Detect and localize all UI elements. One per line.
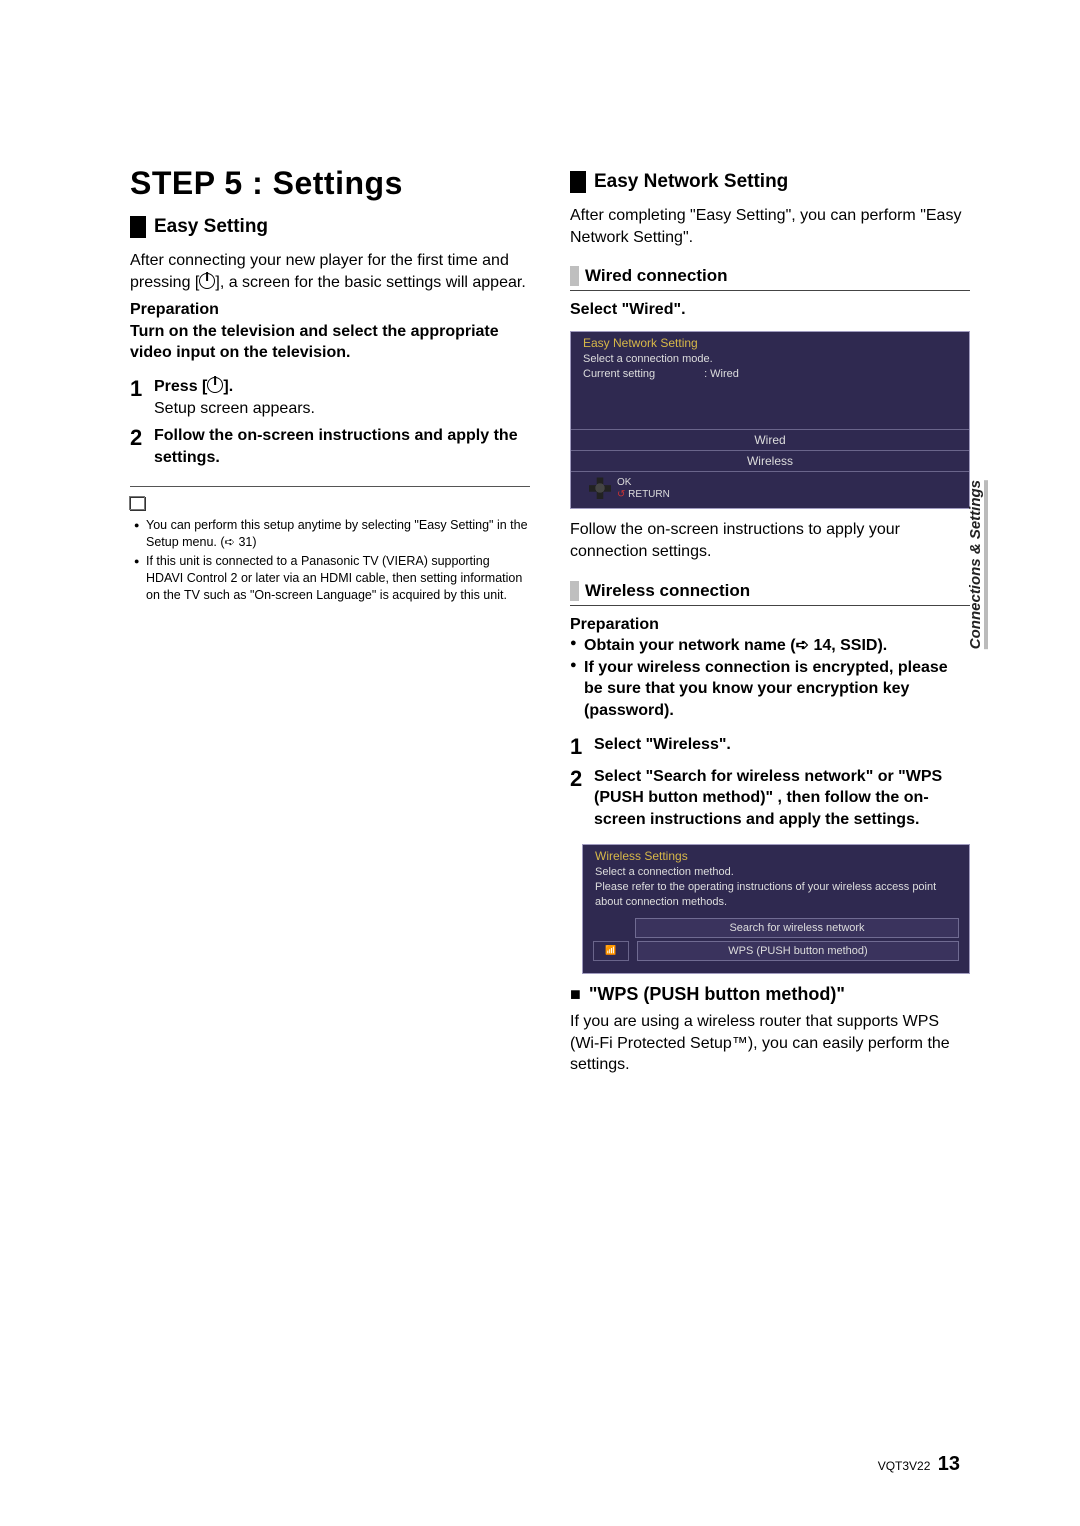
opt-wireless: Wireless	[571, 450, 969, 472]
underline	[570, 605, 970, 606]
book-icon	[130, 497, 146, 511]
return-label: RETURN	[628, 489, 670, 500]
screen-title: Wireless Settings	[583, 845, 969, 865]
power-icon	[207, 377, 223, 393]
divider	[130, 486, 530, 487]
wps-icon: 📶	[593, 941, 629, 961]
prep-label: Preparation	[130, 299, 530, 321]
bar-icon	[570, 171, 586, 193]
notes-block: You can perform this setup anytime by se…	[130, 495, 530, 603]
wireless-step-2: 2 Select "Search for wireless network" o…	[570, 766, 970, 831]
easy-setting-intro: After connecting your new player for the…	[130, 250, 530, 293]
power-icon	[199, 273, 215, 289]
wps-heading: "WPS (PUSH button method)"	[570, 984, 970, 1005]
screen-line2b: : Wired	[704, 368, 739, 380]
page-title: STEP 5 : Settings	[130, 165, 530, 202]
footer: VQT3V22 13	[878, 1453, 960, 1476]
step1-a: Press [	[154, 378, 207, 395]
wireless-prep-label: Preparation	[570, 614, 970, 636]
side-tab: Connections & Settings	[963, 480, 988, 649]
screen-line1: Select a connection mode.	[583, 353, 713, 365]
prep-item: Obtain your network name (➪ 14, SSID).	[570, 635, 970, 657]
step1-b: ].	[223, 378, 233, 395]
screen-text: Select a connection mode. Current settin…	[571, 352, 969, 382]
wireless-prep-list: Obtain your network name (➪ 14, SSID). I…	[570, 635, 970, 721]
screen-line2a: Current setting	[583, 368, 655, 380]
screen-ok-row: OK ↺ RETURN	[571, 472, 969, 500]
wired-heading-label: Wired connection	[585, 266, 727, 286]
easy-setting-label: Easy Setting	[154, 216, 268, 238]
network-intro: After completing "Easy Setting", you can…	[570, 205, 970, 248]
notch-icon	[570, 266, 579, 286]
easy-setting-heading: Easy Setting	[130, 216, 530, 238]
step-2: 2 Follow the on-screen instructions and …	[130, 425, 530, 468]
bar-icon	[130, 216, 146, 238]
dpad-icon	[589, 477, 611, 499]
opt-wired: Wired	[571, 429, 969, 450]
prep-text: Turn on the television and select the ap…	[130, 321, 530, 364]
step-number: 2	[570, 766, 594, 792]
wireless-step-1: 1 Select "Wireless".	[570, 734, 970, 760]
wireless-screenshot: Wireless Settings Select a connection me…	[582, 844, 970, 974]
prep-item: If your wireless connection is encrypted…	[570, 657, 970, 722]
intro-text-b: ], a screen for the basic settings will …	[215, 274, 525, 291]
page-number: 13	[938, 1453, 960, 1475]
wireless-heading: Wireless connection	[570, 581, 970, 601]
wired-select: Select "Wired".	[570, 299, 970, 321]
opt-wps: WPS (PUSH button method)	[637, 941, 959, 961]
step-number: 2	[130, 425, 154, 451]
footer-code: VQT3V22	[878, 1459, 931, 1473]
wired-heading: Wired connection	[570, 266, 970, 286]
opt-search: Search for wireless network	[635, 918, 959, 938]
wired-follow: Follow the on-screen instructions to app…	[570, 519, 970, 562]
notch-icon	[570, 581, 579, 601]
step-number: 1	[570, 734, 594, 760]
step1-sub: Setup screen appears.	[154, 400, 315, 417]
wireless-step2-text: Select "Search for wireless network" or …	[594, 766, 970, 831]
step-1: 1 Press []. Setup screen appears.	[130, 376, 530, 419]
network-heading: Easy Network Setting	[570, 171, 970, 193]
wireless-step1-text: Select "Wireless".	[594, 734, 731, 756]
step2-text: Follow the on-screen instructions and ap…	[154, 425, 530, 468]
wireless-heading-label: Wireless connection	[585, 581, 750, 601]
screen-title: Easy Network Setting	[571, 332, 969, 352]
screen-msg: Select a connection method. Please refer…	[583, 865, 969, 910]
note-item: If this unit is connected to a Panasonic…	[134, 553, 530, 604]
network-heading-label: Easy Network Setting	[594, 171, 788, 193]
ok-label: OK	[617, 477, 631, 488]
note-item: You can perform this setup anytime by se…	[134, 517, 530, 551]
wps-body: If you are using a wireless router that …	[570, 1011, 970, 1076]
wired-screenshot: Easy Network Setting Select a connection…	[570, 331, 970, 510]
underline	[570, 290, 970, 291]
step-number: 1	[130, 376, 154, 402]
